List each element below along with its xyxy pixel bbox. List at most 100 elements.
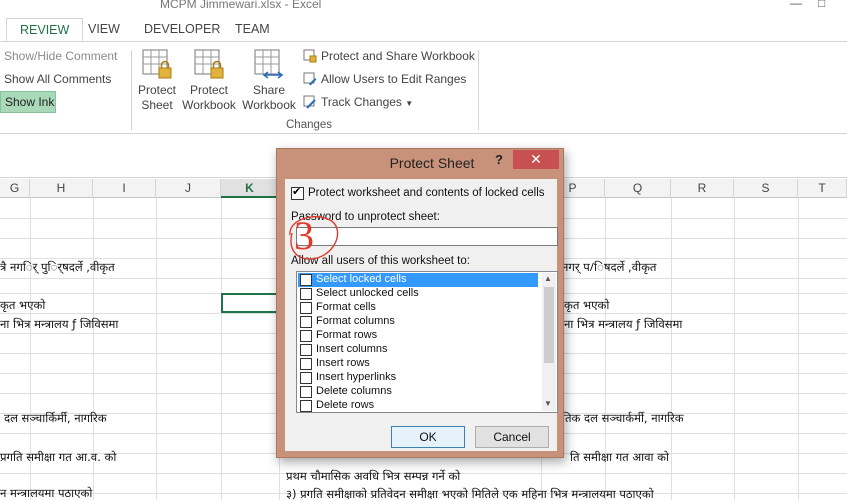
- cell-text: त्रै नगर्ि पुर्िषदर्ले ,वीकृत: [0, 260, 115, 274]
- protect-sheet-icon: [142, 49, 172, 79]
- protect-contents-checkbox[interactable]: [291, 185, 304, 200]
- permission-checkbox[interactable]: [300, 358, 312, 370]
- permission-checkbox[interactable]: [300, 274, 312, 286]
- list-item[interactable]: Format rows: [298, 329, 538, 343]
- show-ink-label: Show Ink: [5, 95, 55, 109]
- permissions-list[interactable]: Select locked cells Select unlocked cell…: [296, 271, 558, 413]
- column-header[interactable]: J: [156, 179, 221, 198]
- cell-text: कृत भएको: [0, 298, 46, 312]
- column-header[interactable]: Q: [605, 179, 671, 198]
- permission-checkbox[interactable]: [300, 344, 312, 356]
- list-item[interactable]: Insert rows: [298, 357, 538, 371]
- ribbon-tabs: REVIEW VIEW DEVELOPER TEAM: [0, 14, 847, 42]
- track-changes-button[interactable]: Track Changes ▼: [321, 95, 413, 109]
- active-cell[interactable]: [221, 293, 279, 313]
- protect-share-icon: [303, 49, 317, 63]
- share-workbook-button[interactable]: Share Workbook: [240, 83, 298, 113]
- show-ink-button[interactable]: Show Ink: [0, 91, 56, 113]
- permission-label: Format columns: [316, 315, 395, 327]
- cell-text: प्रथम चौमासिक अवधि भित्र सम्पन्न गर्ने क…: [286, 469, 461, 483]
- protect-sheet-button[interactable]: Protect Sheet: [134, 83, 180, 113]
- permission-label: Format rows: [316, 329, 378, 341]
- permission-checkbox[interactable]: [300, 302, 312, 314]
- list-item[interactable]: Insert columns: [298, 343, 538, 357]
- cell-text: ति समीक्षा गत आवा को: [570, 450, 669, 464]
- show-hide-comment-button[interactable]: Show/Hide Comment: [4, 49, 117, 63]
- column-header[interactable]: H: [30, 179, 93, 198]
- minimize-button[interactable]: —: [790, 0, 802, 10]
- cancel-button[interactable]: Cancel: [475, 426, 549, 448]
- window-title: MCPM Jimmewari.xlsx - Excel: [160, 0, 322, 11]
- cell-text: नगर् प/िषदर्ले ,वीकृत: [562, 260, 657, 274]
- cell-text: ना भित्र मन्त्रालय ƒ जिविसमा: [0, 317, 119, 331]
- tab-review[interactable]: REVIEW: [6, 18, 84, 42]
- close-button[interactable]: ✕: [513, 150, 559, 169]
- protect-workbook-label-2: Workbook: [182, 98, 236, 112]
- permission-label: Delete rows: [316, 399, 375, 411]
- column-header-selected[interactable]: K: [221, 179, 279, 198]
- column-header[interactable]: R: [671, 179, 734, 198]
- protect-workbook-label-1: Protect: [189, 83, 228, 97]
- track-changes-label: Track Changes: [321, 95, 402, 109]
- show-all-comments-button[interactable]: Show All Comments: [4, 72, 111, 86]
- column-header[interactable]: S: [734, 179, 798, 198]
- tab-view[interactable]: VIEW: [88, 18, 120, 42]
- permission-checkbox[interactable]: [300, 386, 312, 398]
- permission-label: Select unlocked cells: [316, 287, 419, 299]
- scroll-up-icon[interactable]: ▲: [544, 274, 552, 283]
- track-changes-icon: [303, 95, 316, 109]
- permission-label: Select locked cells: [316, 273, 407, 285]
- annotation-number: 3: [294, 213, 314, 258]
- cell-text: दल सञ्चार्किर्मी, नागरिक: [4, 411, 107, 425]
- list-item[interactable]: Delete columns: [298, 385, 538, 399]
- permission-checkbox[interactable]: [300, 372, 312, 384]
- list-scrollbar[interactable]: ▲ ▼: [542, 273, 556, 411]
- permission-checkbox[interactable]: [300, 400, 312, 412]
- cell-text: ना भित्र मन्त्रालय ƒ जिविसमा: [564, 317, 683, 331]
- list-item[interactable]: Delete rows: [298, 399, 538, 412]
- ribbon-divider: [131, 50, 132, 130]
- share-workbook-label-1: Share: [252, 83, 286, 97]
- column-line: [798, 198, 799, 500]
- column-line: [221, 198, 222, 500]
- list-item[interactable]: Select unlocked cells: [298, 287, 538, 301]
- tab-developer[interactable]: DEVELOPER: [144, 18, 220, 42]
- protect-workbook-button[interactable]: Protect Workbook: [180, 83, 238, 113]
- protect-share-workbook-button[interactable]: Protect and Share Workbook: [321, 49, 475, 63]
- list-item[interactable]: Format columns: [298, 315, 538, 329]
- column-header[interactable]: T: [798, 179, 847, 198]
- help-button[interactable]: ?: [495, 152, 503, 167]
- edit-ranges-icon: [303, 72, 317, 86]
- share-workbook-icon: [254, 49, 284, 79]
- ok-button[interactable]: OK: [391, 426, 465, 448]
- changes-group-label: Changes: [286, 119, 333, 131]
- column-line: [156, 198, 157, 500]
- list-item[interactable]: Insert hyperlinks: [298, 371, 538, 385]
- allow-edit-ranges-button[interactable]: Allow Users to Edit Ranges: [321, 72, 466, 86]
- column-line: [734, 198, 735, 500]
- permission-checkbox[interactable]: [300, 288, 312, 300]
- permission-label: Insert columns: [316, 343, 388, 355]
- permission-label: Insert hyperlinks: [316, 371, 397, 383]
- maximize-button[interactable]: □: [818, 0, 825, 10]
- protect-workbook-icon: [194, 49, 224, 79]
- permission-checkbox[interactable]: [300, 316, 312, 328]
- scroll-down-icon[interactable]: ▼: [544, 399, 552, 408]
- cell-text: ३) प्रगति समीक्षाको प्रतिवेदन समीक्षा भए…: [286, 487, 654, 500]
- permission-checkbox[interactable]: [300, 330, 312, 342]
- list-item[interactable]: Select locked cells: [298, 273, 538, 287]
- permission-label: Format cells: [316, 301, 376, 313]
- protect-contents-label: Protect worksheet and contents of locked…: [308, 187, 545, 199]
- permission-label: Delete columns: [316, 385, 392, 397]
- ribbon-divider: [478, 50, 479, 130]
- cell-text: कृत भएको: [564, 298, 610, 312]
- scrollbar-thumb[interactable]: [544, 287, 554, 363]
- list-item[interactable]: Format cells: [298, 301, 538, 315]
- title-bar: MCPM Jimmewari.xlsx - Excel — □: [0, 0, 847, 14]
- column-header[interactable]: I: [93, 179, 156, 198]
- annotation-step-marker: 3: [289, 213, 339, 260]
- column-header[interactable]: G: [0, 179, 30, 198]
- cell-text: तिक दल सञ्चार्कर्मी, नागरिक: [562, 411, 684, 425]
- share-workbook-label-2: Workbook: [242, 98, 296, 112]
- tab-team[interactable]: TEAM: [235, 18, 270, 42]
